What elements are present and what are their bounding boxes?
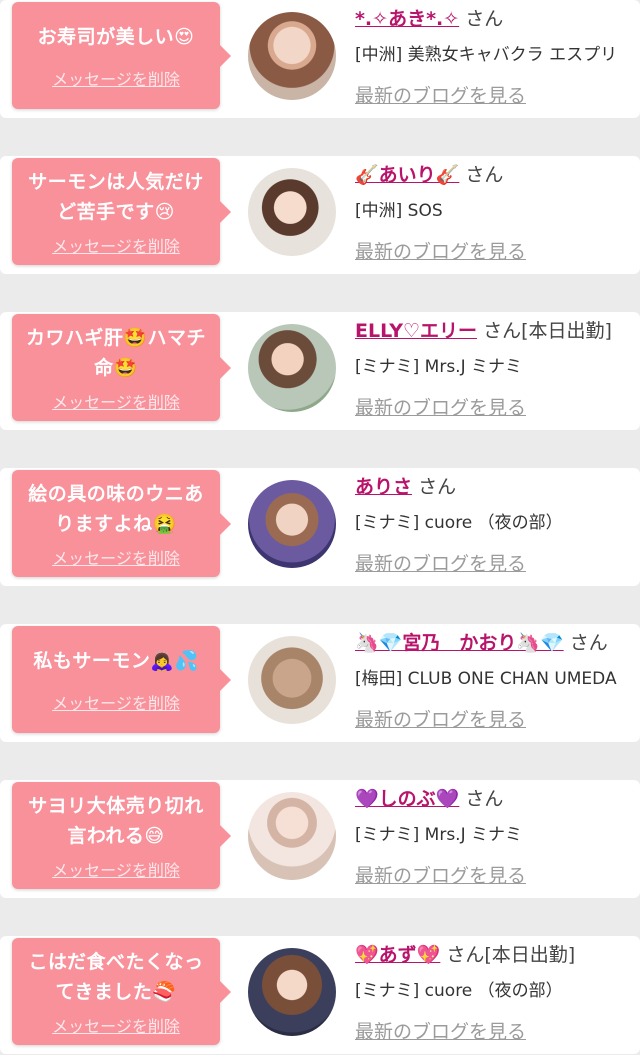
message-text: お寿司が美しい😍 (37, 25, 195, 48)
avatar[interactable] (248, 324, 336, 412)
cast-name-link[interactable]: ELLY♡エリー (355, 320, 477, 342)
latest-blog-link[interactable]: 最新のブログを見る (355, 237, 526, 264)
avatar[interactable] (248, 12, 336, 100)
message-bubble: 絵の具の味のウニあ りますよね🤮 メッセージを削除 (12, 470, 231, 577)
message-text: 言われる😅 (67, 824, 165, 847)
honorific: さん (465, 788, 504, 810)
honorific: さん (465, 8, 504, 30)
message-card: 絵の具の味のウニあ りますよね🤮 メッセージを削除 ありさ さん [ミナミ] c… (0, 468, 640, 586)
avatar[interactable] (248, 792, 336, 880)
message-card: 私もサーモン🙇‍♀️💦 メッセージを削除 🦄💎宮乃 かおり🦄💎 さん [梅田] … (0, 624, 640, 742)
message-card: サーモンは人気だけ ど苦手です😢 メッセージを削除 🎸あいり🎸 さん [中洲] … (0, 156, 640, 274)
latest-blog-link[interactable]: 最新のブログを見る (355, 1017, 526, 1044)
cast-name-link[interactable]: 💜しのぶ💜 (355, 788, 459, 810)
cast-name-link[interactable]: 🎸あいり🎸 (355, 164, 459, 186)
message-bubble: こはだ食べたくなっ てきました🍣 メッセージを削除 (12, 938, 231, 1045)
message-card: サヨリ大体売り切れ 言われる😅 メッセージを削除 💜しのぶ💜 さん [ミナミ] … (0, 780, 640, 898)
name-row: ELLY♡エリー さん[本日出勤] (355, 316, 612, 343)
honorific: さん (465, 164, 504, 186)
shop-name: [ミナミ] Mrs.J ミナミ (355, 825, 523, 845)
message-card: こはだ食べたくなっ てきました🍣 メッセージを削除 💖あず💖 さん[本日出勤] … (0, 936, 640, 1054)
honorific: さん[本日出勤] (483, 320, 612, 342)
message-bubble: お寿司が美しい😍 メッセージを削除 (12, 2, 231, 109)
message-card: お寿司が美しい😍 メッセージを削除 *.✧あき*.✧ さん [中洲] 美熟女キャ… (0, 0, 640, 118)
cast-name-link[interactable]: 🦄💎宮乃 かおり🦄💎 (355, 632, 564, 654)
message-text: 私もサーモン🙇‍♀️💦 (33, 649, 199, 672)
name-row: *.✧あき*.✧ さん (355, 4, 503, 31)
name-row: 🦄💎宮乃 かおり🦄💎 さん (355, 628, 608, 655)
delete-message-link[interactable]: メッセージを削除 (52, 66, 180, 90)
avatar[interactable] (248, 480, 336, 568)
message-card: カワハギ肝🤩ハマチ 命🤩 メッセージを削除 ELLY♡エリー さん[本日出勤] … (0, 312, 640, 430)
shop-name: [中洲] 美熟女キャバクラ エスプリ (355, 45, 618, 65)
message-text: こはだ食べたくなっ (28, 950, 204, 973)
latest-blog-link[interactable]: 最新のブログを見る (355, 393, 526, 420)
shop-name: [ミナミ] cuore （夜の部） (355, 513, 563, 533)
avatar[interactable] (248, 168, 336, 256)
name-row: 🎸あいり🎸 さん (355, 160, 503, 187)
shop-name: [ミナミ] Mrs.J ミナミ (355, 357, 523, 377)
delete-message-link[interactable]: メッセージを削除 (52, 389, 180, 413)
message-text: 絵の具の味のウニあ (28, 482, 204, 505)
latest-blog-link[interactable]: 最新のブログを見る (355, 861, 526, 888)
honorific: さん (418, 476, 457, 498)
avatar[interactable] (248, 636, 336, 724)
message-text: カワハギ肝🤩ハマチ (26, 326, 206, 349)
message-bubble: サヨリ大体売り切れ 言われる😅 メッセージを削除 (12, 782, 231, 889)
latest-blog-link[interactable]: 最新のブログを見る (355, 81, 526, 108)
delete-message-link[interactable]: メッセージを削除 (52, 690, 180, 714)
delete-message-link[interactable]: メッセージを削除 (52, 545, 180, 569)
honorific: さん (569, 632, 608, 654)
name-row: ありさ さん (355, 472, 456, 499)
avatar[interactable] (248, 948, 336, 1036)
message-text: サヨリ大体売り切れ (28, 794, 204, 817)
delete-message-link[interactable]: メッセージを削除 (52, 233, 180, 257)
shop-name: [中洲] SOS (355, 201, 443, 221)
cast-name-link[interactable]: *.✧あき*.✧ (355, 8, 459, 30)
honorific: さん[本日出勤] (446, 944, 576, 966)
message-text: サーモンは人気だけ (28, 170, 204, 193)
name-row: 💜しのぶ💜 さん (355, 784, 503, 811)
latest-blog-link[interactable]: 最新のブログを見る (355, 549, 526, 576)
cast-name-link[interactable]: 💖あず💖 (355, 944, 440, 966)
message-text: ど苦手です😢 (57, 200, 175, 223)
delete-message-link[interactable]: メッセージを削除 (52, 857, 180, 881)
message-bubble: 私もサーモン🙇‍♀️💦 メッセージを削除 (12, 626, 231, 733)
latest-blog-link[interactable]: 最新のブログを見る (355, 705, 526, 732)
shop-name: [ミナミ] cuore （夜の部） (355, 981, 563, 1001)
message-text: りますよね🤮 (55, 512, 177, 535)
delete-message-link[interactable]: メッセージを削除 (52, 1013, 180, 1037)
message-text: てきました🍣 (55, 980, 177, 1003)
shop-name: [梅田] CLUB ONE CHAN UMEDA (355, 669, 617, 689)
message-bubble: サーモンは人気だけ ど苦手です😢 メッセージを削除 (12, 158, 231, 265)
message-bubble: カワハギ肝🤩ハマチ 命🤩 メッセージを削除 (12, 314, 231, 421)
cast-name-link[interactable]: ありさ (355, 476, 412, 498)
message-text: 命🤩 (94, 356, 138, 379)
name-row: 💖あず💖 さん[本日出勤] (355, 940, 575, 967)
